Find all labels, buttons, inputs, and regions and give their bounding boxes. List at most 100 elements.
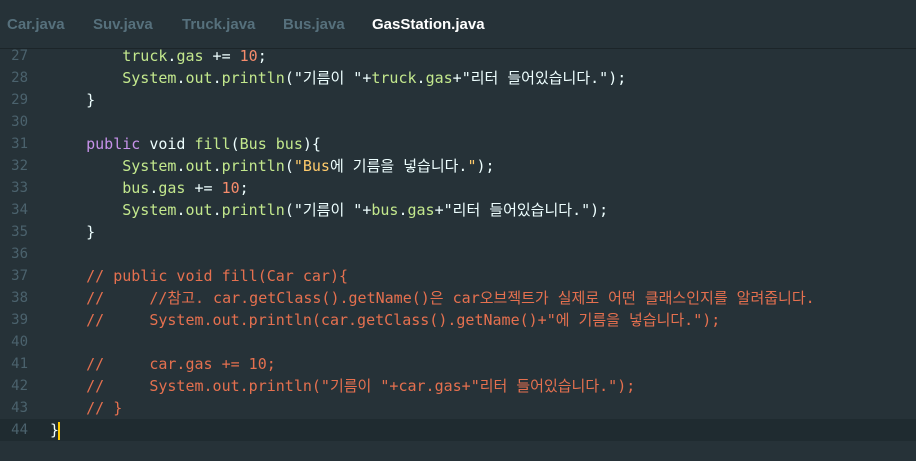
code-token: // } bbox=[50, 399, 123, 417]
line-number: 42 bbox=[11, 378, 28, 394]
code-token: ){ bbox=[302, 135, 321, 153]
code-token: ; bbox=[239, 179, 249, 197]
text-cursor bbox=[58, 421, 61, 440]
line-number: 35 bbox=[11, 224, 28, 240]
code-line[interactable]: 29 } bbox=[0, 89, 916, 111]
code-token: ( bbox=[284, 157, 294, 175]
code-token: "기름이 " bbox=[293, 69, 363, 87]
tab-car-java[interactable]: Car.java bbox=[7, 16, 65, 33]
line-number: 44 bbox=[11, 422, 28, 438]
code-token: . bbox=[398, 201, 408, 219]
code-token: " bbox=[467, 157, 477, 175]
code-token: // car.gas += 10; bbox=[50, 355, 276, 373]
code-token: Bus bbox=[302, 157, 330, 175]
code-token: ); bbox=[590, 201, 609, 219]
code-token: ; bbox=[257, 49, 267, 65]
line-number: 27 bbox=[11, 49, 28, 64]
code-text: // public void fill(Car car){ bbox=[50, 265, 348, 287]
line-number: 29 bbox=[11, 92, 28, 108]
code-token: += bbox=[203, 49, 240, 65]
code-line[interactable]: 39 // System.out.println(car.getClass().… bbox=[0, 309, 916, 331]
line-number: 41 bbox=[11, 356, 28, 372]
code-line[interactable]: 30 bbox=[0, 111, 916, 133]
code-token: . bbox=[212, 201, 222, 219]
code-token: Bus bbox=[239, 135, 267, 153]
code-token: public bbox=[86, 135, 141, 153]
code-line[interactable]: 44} bbox=[0, 419, 916, 441]
tab-bus-java[interactable]: Bus.java bbox=[283, 16, 345, 33]
code-line[interactable]: 40 bbox=[0, 331, 916, 353]
code-line[interactable]: 35 } bbox=[0, 221, 916, 243]
code-line[interactable]: 36 bbox=[0, 243, 916, 265]
code-token: bus bbox=[275, 135, 303, 153]
code-token: System bbox=[122, 201, 177, 219]
code-line[interactable]: 41 // car.gas += 10; bbox=[0, 353, 916, 375]
code-token: // public void fill(Car car){ bbox=[50, 267, 349, 285]
code-token: . bbox=[212, 157, 222, 175]
code-token: + bbox=[434, 201, 444, 219]
code-token: println bbox=[221, 157, 285, 175]
code-token: ( bbox=[284, 69, 294, 87]
code-token: += bbox=[185, 179, 222, 197]
code-token: "기름이 " bbox=[293, 201, 363, 219]
code-line[interactable]: 42 // System.out.println("기름이 "+car.gas+… bbox=[0, 375, 916, 397]
code-text: // System.out.println("기름이 "+car.gas+"리터… bbox=[50, 375, 635, 397]
code-text: bus.gas += 10; bbox=[50, 177, 249, 199]
code-text: // } bbox=[50, 397, 122, 419]
code-text: public void fill(Bus bus){ bbox=[50, 133, 321, 155]
code-token: "리터 들어있습니다." bbox=[443, 201, 591, 219]
code-line[interactable]: 27 truck.gas += 10; bbox=[0, 49, 916, 67]
code-token: ); bbox=[476, 157, 495, 175]
tab-truck-java[interactable]: Truck.java bbox=[182, 16, 255, 33]
code-token: // System.out.println("기름이 "+car.gas+"리터… bbox=[50, 377, 636, 395]
code-token: . bbox=[416, 69, 426, 87]
tab-gasstation-java[interactable]: GasStation.java bbox=[372, 16, 485, 33]
code-token: gas bbox=[176, 49, 204, 65]
line-number: 37 bbox=[11, 268, 28, 284]
code-token: ( bbox=[284, 201, 294, 219]
code-line[interactable]: 38 // //참고. car.getClass().getName()은 ca… bbox=[0, 287, 916, 309]
tab-suv-java[interactable]: Suv.java bbox=[93, 16, 153, 33]
code-token: } bbox=[50, 223, 96, 241]
code-token: "리터 들어있습니다." bbox=[461, 69, 609, 87]
code-text: } bbox=[50, 221, 95, 243]
code-text: // //참고. car.getClass().getName()은 car오브… bbox=[50, 287, 815, 309]
code-token: out bbox=[185, 157, 213, 175]
code-line[interactable]: 37 // public void fill(Car car){ bbox=[0, 265, 916, 287]
line-number: 38 bbox=[11, 290, 28, 306]
code-text: truck.gas += 10; bbox=[50, 49, 267, 67]
code-line[interactable]: 31 public void fill(Bus bus){ bbox=[0, 133, 916, 155]
code-token: bus bbox=[122, 179, 150, 197]
code-line[interactable]: 34 System.out.println("기름이 "+bus.gas+"리터… bbox=[0, 199, 916, 221]
code-text: System.out.println("Bus에 기름을 넣습니다."); bbox=[50, 155, 495, 177]
code-text: } bbox=[50, 89, 95, 111]
line-number: 30 bbox=[11, 114, 28, 130]
code-text: // car.gas += 10; bbox=[50, 353, 276, 375]
code-text: } bbox=[50, 419, 61, 441]
code-text: System.out.println("기름이 "+bus.gas+"리터 들어… bbox=[50, 199, 608, 221]
code-editor[interactable]: 27 truck.gas += 10; 28 System.out.println… bbox=[0, 49, 916, 461]
code-token: ); bbox=[608, 69, 627, 87]
code-token: truck bbox=[371, 69, 417, 87]
code-token: " bbox=[293, 157, 303, 175]
code-line[interactable]: 32 System.out.println("Bus에 기름을 넣습니다."); bbox=[0, 155, 916, 177]
code-token: void bbox=[149, 135, 186, 153]
code-token: + bbox=[452, 69, 462, 87]
code-token: 에 기름을 넣습니다. bbox=[329, 157, 468, 175]
code-token: 10 bbox=[239, 49, 258, 65]
code-token: ( bbox=[230, 135, 240, 153]
code-token: out bbox=[185, 69, 213, 87]
code-line[interactable]: 33 bus.gas += 10; bbox=[0, 177, 916, 199]
code-token: println bbox=[221, 201, 285, 219]
code-token: // System.out.println(car.getClass().get… bbox=[50, 311, 721, 329]
code-token: } bbox=[50, 91, 96, 109]
code-line[interactable]: 43 // } bbox=[0, 397, 916, 419]
code-token: . bbox=[212, 69, 222, 87]
code-line[interactable]: 28 System.out.println("기름이 "+truck.gas+"… bbox=[0, 67, 916, 89]
